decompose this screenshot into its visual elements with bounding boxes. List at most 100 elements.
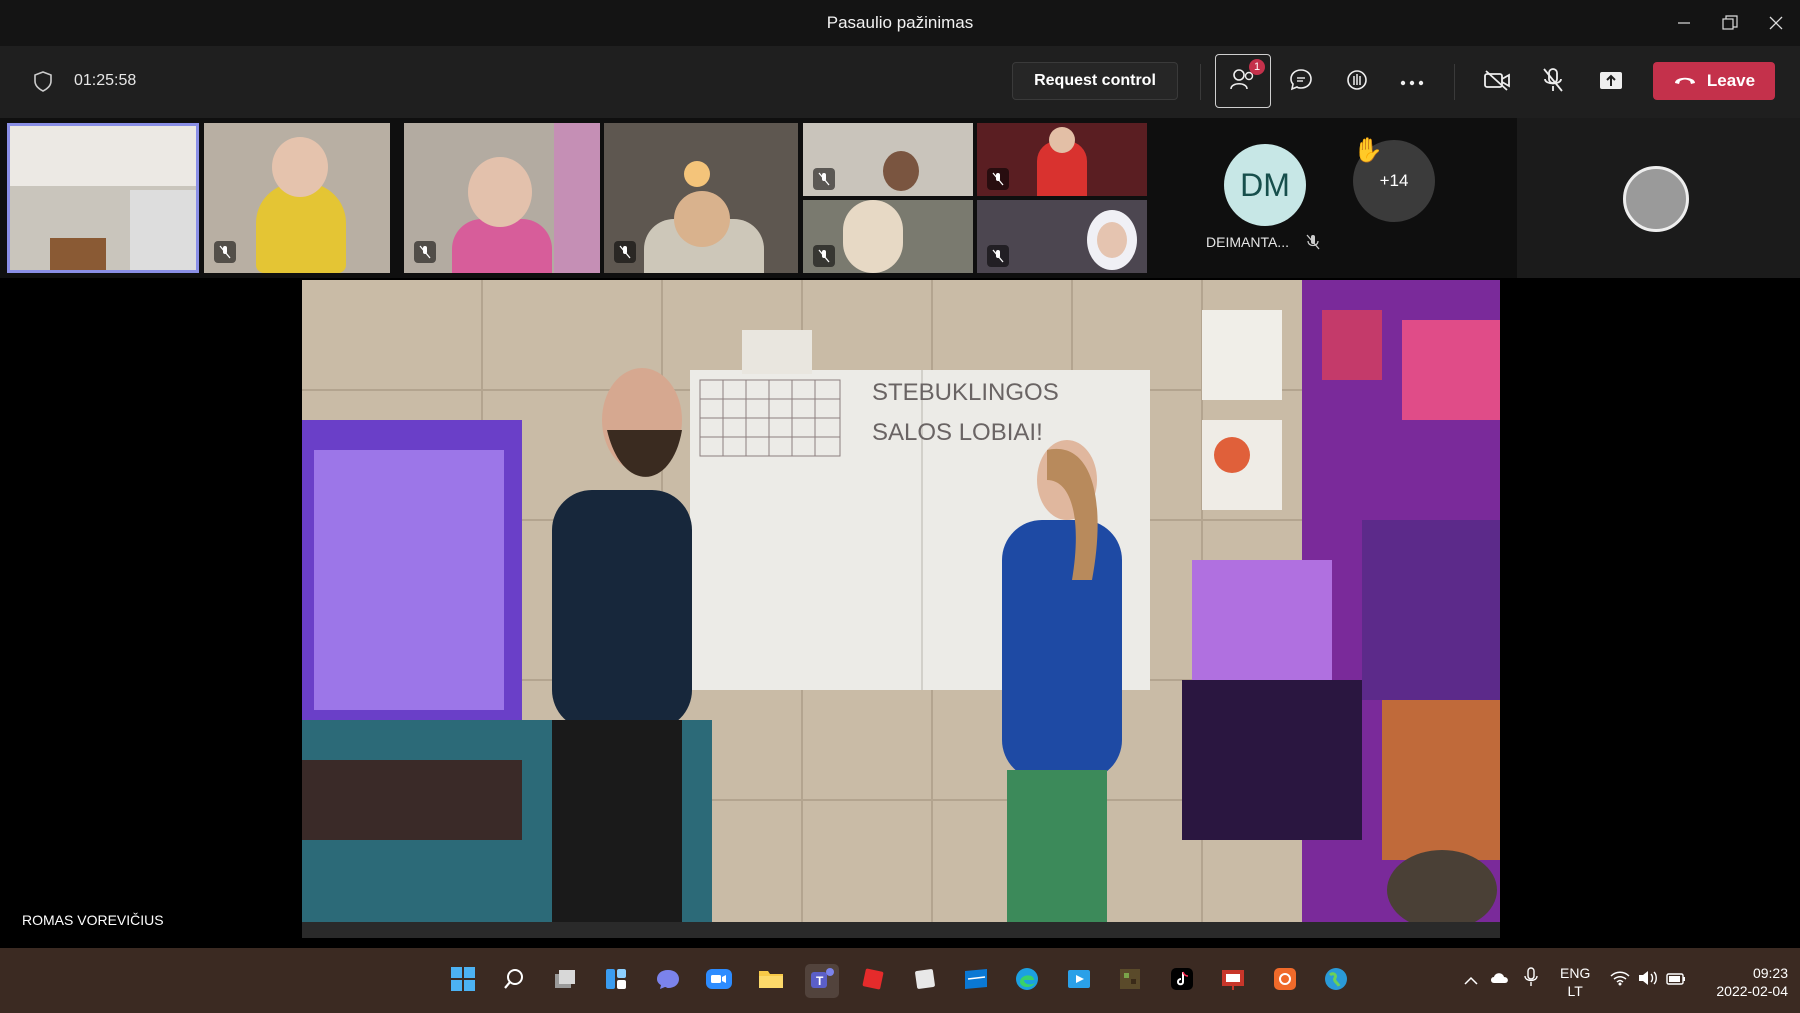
mic-off-icon (1541, 67, 1565, 98)
block-icon (1118, 967, 1142, 996)
mic-off-icon (813, 168, 835, 190)
mic-off-icon (614, 241, 636, 263)
chat-button[interactable] (1280, 62, 1322, 102)
widgets-button[interactable] (599, 964, 633, 998)
toolbar-divider (1200, 64, 1201, 100)
globe-app-button[interactable] (1319, 964, 1353, 998)
participant-tile[interactable] (977, 123, 1147, 196)
clock-time: 09:23 (1752, 965, 1788, 981)
task-view-icon (553, 968, 577, 995)
edge-app-button[interactable] (1010, 964, 1044, 998)
minimize-button[interactable] (1664, 8, 1704, 38)
wifi-icon[interactable] (1610, 970, 1630, 991)
chat-icon (1288, 67, 1314, 98)
chat-app-button[interactable] (651, 964, 685, 998)
cloud-icon[interactable] (1489, 970, 1511, 989)
meeting-toolbar: 01:25:58 Request control 1 Leave (0, 46, 1800, 118)
participant-strip: DM DEIMANTA... +14 ✋ (0, 118, 1800, 278)
participant-avatar[interactable]: DM (1224, 144, 1306, 226)
shared-video[interactable]: STEBUKLINGOS SALOS LOBIAI! (302, 280, 1500, 938)
svg-text:T: T (816, 974, 824, 988)
avatar (1623, 166, 1689, 232)
share-tray-icon (1598, 69, 1624, 96)
title-bar: Pasaulio pažinimas (0, 0, 1800, 46)
whiteboard-line-1: STEBUKLINGOS (872, 379, 1059, 406)
chat-bubble-icon (655, 967, 681, 996)
mic-off-icon (813, 245, 835, 267)
restore-button[interactable] (1710, 8, 1750, 38)
battery-icon[interactable] (1666, 970, 1686, 991)
minecraft-app-button[interactable] (1113, 964, 1147, 998)
whiteboard-line-2: SALOS LOBIAI! (872, 419, 1043, 446)
keyboard-layout: LT (1567, 983, 1583, 999)
chevron-up-icon[interactable] (1464, 972, 1478, 990)
store-icon (963, 967, 989, 996)
leave-label: Leave (1706, 71, 1756, 90)
participant-tile[interactable] (1517, 118, 1800, 278)
globe-icon (1323, 966, 1349, 997)
camera-off-icon (1483, 69, 1511, 96)
participant-tile[interactable] (204, 123, 390, 273)
more-dots-icon (1400, 73, 1424, 91)
presentation-icon (1220, 967, 1246, 996)
camera-toggle-button[interactable] (1476, 62, 1518, 102)
phone-hangup-icon (1673, 71, 1697, 91)
red-app-button[interactable] (856, 964, 890, 998)
raised-hand-icon: ✋ (1353, 137, 1383, 164)
participants-button[interactable]: 1 (1215, 54, 1271, 108)
recorder-icon (1273, 967, 1297, 996)
search-button[interactable] (497, 964, 531, 998)
file-explorer-button[interactable] (754, 964, 788, 998)
request-control-button[interactable]: Request control (1012, 62, 1178, 100)
participants-badge: 1 (1249, 59, 1265, 75)
participant-tile[interactable] (977, 200, 1147, 273)
window-title: Pasaulio pažinimas (826, 13, 974, 32)
mic-off-icon (414, 241, 436, 263)
notes-app-button[interactable] (908, 964, 942, 998)
search-icon (502, 967, 526, 996)
leave-button[interactable]: Leave (1653, 62, 1775, 100)
tiktok-app-button[interactable] (1165, 964, 1199, 998)
participant-tile-selected[interactable] (7, 123, 199, 273)
clock-date: 2022-02-04 (1716, 983, 1788, 999)
reactions-button[interactable] (1336, 62, 1378, 102)
participant-tile[interactable] (404, 123, 600, 273)
mic-off-icon (214, 241, 236, 263)
edge-icon (1014, 966, 1040, 997)
main-stage: STEBUKLINGOS SALOS LOBIAI! ROMAS VOREVIČ… (0, 278, 1800, 948)
note-icon (913, 967, 937, 996)
participant-tile[interactable] (803, 200, 973, 273)
close-button[interactable] (1756, 8, 1796, 38)
app-icon (861, 967, 885, 996)
store-app-button[interactable] (959, 964, 993, 998)
participant-name: DEIMANTA... (1206, 234, 1289, 250)
presenter-name: ROMAS VOREVIČIUS (22, 912, 164, 928)
zoom-app-button[interactable] (702, 964, 736, 998)
language-indicator[interactable]: ENG LT (1560, 964, 1590, 1000)
windows-start-button[interactable] (446, 964, 480, 998)
microphone-icon[interactable] (1524, 967, 1538, 992)
mic-off-icon (987, 245, 1009, 267)
participant-tile[interactable] (604, 123, 798, 273)
teams-icon: T (808, 966, 836, 997)
volume-icon[interactable] (1638, 970, 1658, 991)
os-taskbar: T ENG LT 09:23 2022-02-04 (0, 948, 1800, 1013)
tiktok-icon (1170, 967, 1194, 996)
task-view-button[interactable] (548, 964, 582, 998)
mic-toggle-button[interactable] (1532, 62, 1574, 102)
mic-off-icon (987, 168, 1009, 190)
presentation-app-button[interactable] (1216, 964, 1250, 998)
media-app-button[interactable] (1062, 964, 1096, 998)
share-screen-button[interactable] (1590, 62, 1632, 102)
system-clock[interactable]: 09:23 2022-02-04 (1700, 964, 1788, 1000)
mic-off-icon (1306, 234, 1320, 255)
play-icon (1066, 967, 1092, 996)
more-actions-button[interactable] (1391, 62, 1433, 102)
raise-hand-icon (1344, 67, 1370, 98)
teams-app-button[interactable]: T (805, 964, 839, 998)
windows-logo-icon (450, 966, 476, 997)
meeting-timer: 01:25:58 (74, 72, 137, 89)
participant-tile[interactable] (803, 123, 973, 196)
toolbar-divider (1454, 64, 1455, 100)
recorder-app-button[interactable] (1268, 964, 1302, 998)
